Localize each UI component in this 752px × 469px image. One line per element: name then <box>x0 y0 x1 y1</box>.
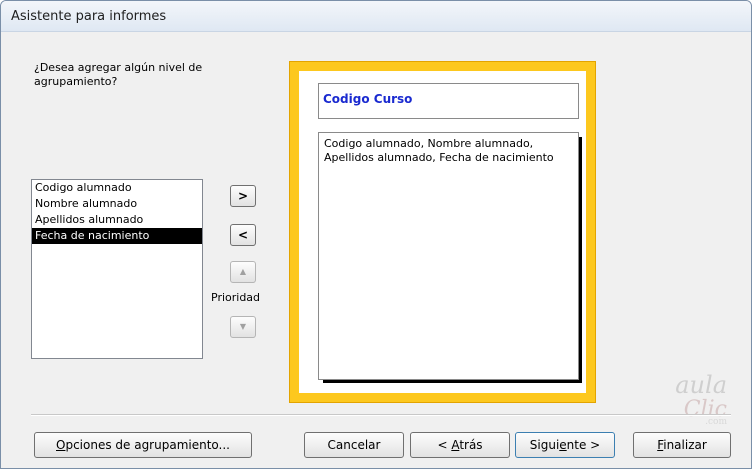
detail-fields-box: Codigo alumnado, Nombre alumnado, Apelli… <box>318 132 579 380</box>
finish-button[interactable]: Finalizar <box>633 432 731 458</box>
remove-grouping-button[interactable]: < <box>230 224 256 246</box>
priority-down-button[interactable]: ▼ <box>230 316 256 338</box>
priority-up-button[interactable]: ▲ <box>230 261 256 283</box>
add-grouping-button[interactable]: > <box>230 185 256 207</box>
grouping-question: ¿Desea agregar algún nivel de agrupamien… <box>34 61 203 88</box>
watermark-com: .com <box>705 417 727 427</box>
report-wizard-window: Asistente para informes ¿Desea agregar a… <box>0 0 752 469</box>
grouping-options-button[interactable]: Opciones de agrupamiento... <box>34 432 252 458</box>
detail-fields-text: Codigo alumnado, Nombre alumnado, Apelli… <box>324 137 554 164</box>
cancel-button[interactable]: Cancelar <box>304 432 404 458</box>
arrow-up-icon: ▲ <box>239 267 247 276</box>
title-bar[interactable]: Asistente para informes <box>1 1 751 32</box>
available-fields-list[interactable]: Codigo alumnado Nombre alumnado Apellido… <box>31 179 203 359</box>
list-item-apellidos-alumnado[interactable]: Apellidos alumnado <box>32 212 202 228</box>
back-button[interactable]: < Atrás <box>410 432 510 458</box>
group-header-label: Codigo Curso <box>323 92 413 106</box>
list-item-nombre-alumnado[interactable]: Nombre alumnado <box>32 196 202 212</box>
window-title: Asistente para informes <box>11 9 167 24</box>
watermark-aula: aula <box>675 371 727 399</box>
preview-page: Codigo Curso Codigo alumnado, Nombre alu… <box>299 71 586 393</box>
group-header-box: Codigo Curso <box>318 83 579 119</box>
list-item-codigo-alumnado[interactable]: Codigo alumnado <box>32 180 202 196</box>
watermark-logo: aula Clic .com <box>581 371 731 431</box>
priority-label: Prioridad <box>211 291 261 304</box>
footer-divider <box>31 414 731 416</box>
report-preview: Codigo Curso Codigo alumnado, Nombre alu… <box>289 61 596 403</box>
list-item-fecha-nacimiento[interactable]: Fecha de nacimiento <box>32 228 202 244</box>
next-button[interactable]: Siguiente > <box>515 432 615 458</box>
arrow-down-icon: ▼ <box>239 322 247 331</box>
